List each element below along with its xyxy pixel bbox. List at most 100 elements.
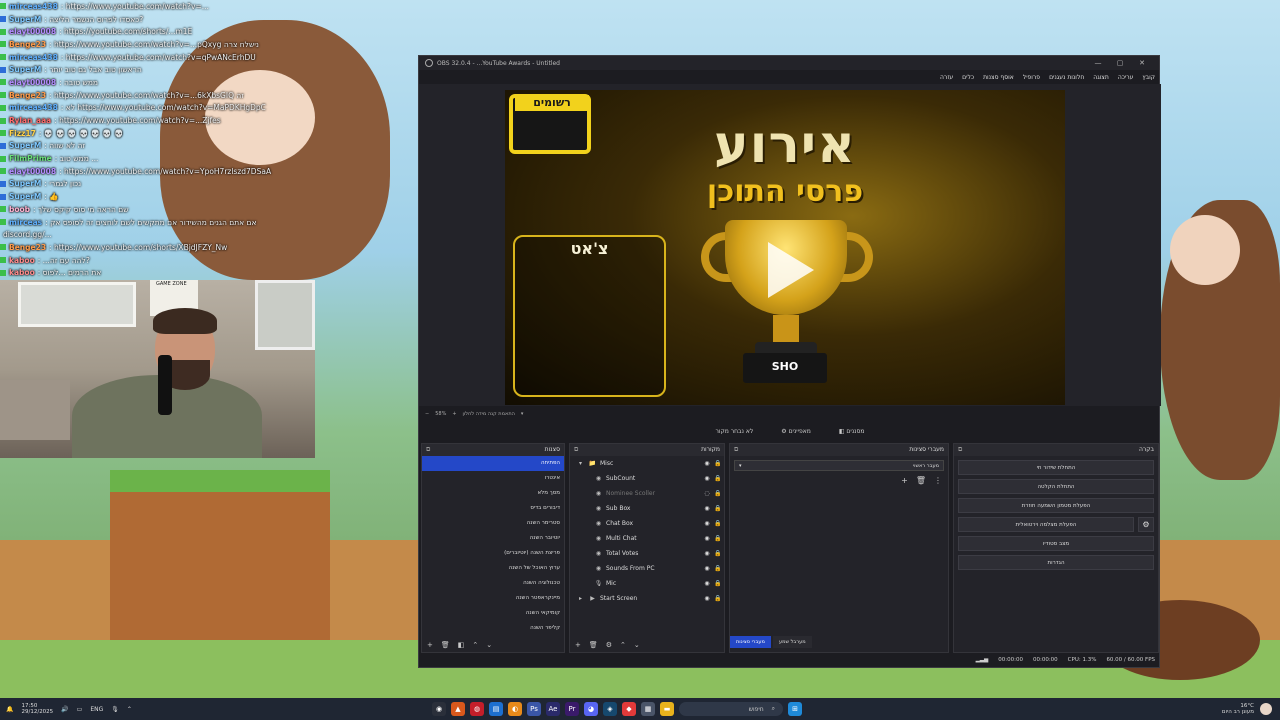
source-item[interactable]: ◉ Sub Box ◉ 🔒: [570, 501, 724, 516]
menu-item[interactable]: קובץ: [1142, 74, 1155, 81]
eye-icon[interactable]: ◉: [702, 475, 712, 482]
scene-item[interactable]: טכנולוגיה השנה: [422, 576, 564, 591]
scene-item[interactable]: הפתיחה: [422, 456, 564, 471]
volume-icon[interactable]: 🔊: [61, 706, 68, 713]
undock-icon[interactable]: ⧉: [734, 444, 738, 456]
add-scene-button[interactable]: +: [427, 641, 433, 649]
obs-app-icon[interactable]: ◉: [432, 702, 446, 716]
file-explorer-icon[interactable]: ▬: [660, 702, 674, 716]
eye-icon[interactable]: ◉: [702, 565, 712, 572]
add-source-button[interactable]: +: [575, 641, 581, 649]
calculator-icon[interactable]: ▦: [641, 702, 655, 716]
source-item[interactable]: ◉ Multi Chat ◉ 🔒: [570, 531, 724, 546]
eye-icon[interactable]: ◉: [702, 520, 712, 527]
scene-filter-button[interactable]: ◧: [458, 641, 465, 649]
filters-button[interactable]: ◧ מסננים: [833, 426, 871, 437]
eye-icon[interactable]: ◉: [702, 535, 712, 542]
menu-item[interactable]: עזרה: [940, 74, 953, 81]
scene-item[interactable]: ערוץ האוכל של השנה: [422, 561, 564, 576]
network-icon[interactable]: ▭: [77, 706, 83, 713]
eye-icon[interactable]: ◉: [702, 505, 712, 512]
remove-scene-button[interactable]: 🗑: [441, 641, 450, 649]
start-replay-buffer-button[interactable]: הפעלת מטמון השמעה חוזרת: [958, 498, 1154, 513]
scene-item[interactable]: דיבורים בדיס: [422, 501, 564, 516]
menu-item[interactable]: כלים: [962, 74, 974, 81]
preview-canvas[interactable]: רשומים צ'אט אירוע פרסי התוכן SHO: [505, 90, 1065, 405]
obs-preview-area[interactable]: רשומים צ'אט אירוע פרסי התוכן SHO: [419, 84, 1161, 406]
scene-item[interactable]: אינטרו: [422, 471, 564, 486]
gear-icon[interactable]: ⚙: [1138, 517, 1154, 532]
start-recording-button[interactable]: התחלת הקלטה: [958, 479, 1154, 494]
lock-icon[interactable]: 🔒: [712, 580, 724, 587]
menu-item[interactable]: אוסף סצנות: [983, 74, 1014, 81]
scene-item[interactable]: יוטיובר השנה: [422, 531, 564, 546]
chevron-down-icon[interactable]: ▾: [521, 411, 524, 417]
premiere-icon[interactable]: Pr: [565, 702, 579, 716]
undock-icon[interactable]: ⧉: [958, 444, 962, 456]
lock-icon[interactable]: 🔒: [712, 505, 724, 512]
taskbar-weather[interactable]: 16°C מעונן רב היום: [1222, 698, 1272, 720]
expander-icon[interactable]: ▾: [576, 460, 585, 467]
source-item[interactable]: ◉ Chat Box ◉ 🔒: [570, 516, 724, 531]
discord-icon[interactable]: ◕: [584, 702, 598, 716]
transition-menu-button[interactable]: ⋮: [934, 476, 942, 485]
studio-mode-button[interactable]: מצב סטודיו: [958, 536, 1154, 551]
add-transition-button[interactable]: +: [901, 476, 908, 485]
scene-item[interactable]: מיינקראפטר השנה: [422, 591, 564, 606]
chrome-icon[interactable]: ◍: [470, 702, 484, 716]
photoshop-icon[interactable]: Ps: [527, 702, 541, 716]
properties-button[interactable]: ⚙ מאפיינים: [775, 426, 817, 437]
source-settings-button[interactable]: ⚙: [606, 641, 612, 649]
minimize-icon[interactable]: —: [1087, 59, 1109, 67]
zoom-out-button[interactable]: −: [425, 411, 429, 417]
remove-source-button[interactable]: 🗑: [589, 641, 598, 649]
menu-item[interactable]: תצוגה: [1093, 74, 1109, 81]
lock-icon[interactable]: 🔒: [712, 550, 724, 557]
taskbar-clock[interactable]: 17:50 29/12/2025: [21, 703, 53, 715]
transition-select[interactable]: מעבר ראשוי ▾: [734, 460, 944, 471]
menu-item[interactable]: פרופיל: [1023, 74, 1040, 81]
scene-item[interactable]: סטרימר השנה: [422, 516, 564, 531]
settings-button[interactable]: הגדרות: [958, 555, 1154, 570]
lock-icon[interactable]: 🔒: [712, 520, 724, 527]
menu-item[interactable]: חלונות נעגנים: [1049, 74, 1084, 81]
language-indicator[interactable]: ENG: [90, 706, 103, 713]
brave-icon[interactable]: ◆: [622, 702, 636, 716]
source-item[interactable]: 🎙 Mic ◉ 🔒: [570, 576, 724, 591]
zoom-in-button[interactable]: +: [452, 411, 456, 417]
eye-icon[interactable]: ◉: [702, 595, 712, 602]
scene-item[interactable]: קליפר השנה: [422, 621, 564, 636]
lock-icon[interactable]: 🔒: [712, 565, 724, 572]
source-item[interactable]: ◉ SubCount ◉ 🔒: [570, 471, 724, 486]
source-item[interactable]: ◉ Nominee Scoller ◌ 🔒: [570, 486, 724, 501]
taskbar-search[interactable]: חיפוש ⌕: [679, 702, 783, 716]
mic-tray-icon[interactable]: 🎙: [111, 706, 119, 713]
undock-icon[interactable]: ⧉: [426, 444, 430, 456]
eye-icon[interactable]: ◉: [702, 460, 712, 467]
source-item[interactable]: ◉ Total Votes ◉ 🔒: [570, 546, 724, 561]
lock-icon[interactable]: 🔒: [712, 490, 724, 497]
source-item[interactable]: ◉ Sounds From PC ◉ 🔒: [570, 561, 724, 576]
scene-item[interactable]: קומיקאי השנה: [422, 606, 564, 621]
chevron-up-icon[interactable]: ⌃: [127, 706, 132, 713]
lock-icon[interactable]: 🔒: [712, 460, 724, 467]
maximize-icon[interactable]: ▢: [1109, 59, 1131, 67]
scene-item[interactable]: מסך מלא: [422, 486, 564, 501]
eye-icon[interactable]: ◉: [702, 550, 712, 557]
start-streaming-button[interactable]: התחלת שידור חי: [958, 460, 1154, 475]
lock-icon[interactable]: 🔒: [712, 535, 724, 542]
scale-mode-label[interactable]: התאמת קנה מידה לחלון: [463, 411, 515, 417]
expander-icon[interactable]: ▸: [576, 595, 585, 602]
start-virtual-camera-button[interactable]: הפעלת מצלמה וירטואלית: [958, 517, 1134, 532]
after-effects-icon[interactable]: Ae: [546, 702, 560, 716]
blender-icon[interactable]: ◐: [508, 702, 522, 716]
steam-icon[interactable]: ◈: [603, 702, 617, 716]
scene-item[interactable]: פריצת השנה (יוטיוברים): [422, 546, 564, 561]
undock-icon[interactable]: ⧉: [574, 444, 578, 456]
eye-hidden-icon[interactable]: ◌: [702, 490, 712, 497]
lock-icon[interactable]: 🔒: [712, 595, 724, 602]
remove-transition-button[interactable]: 🗑: [916, 476, 926, 485]
move-down-button[interactable]: ⌄: [486, 641, 492, 649]
move-up-button[interactable]: ⌃: [620, 641, 626, 649]
lock-icon[interactable]: 🔒: [712, 475, 724, 482]
